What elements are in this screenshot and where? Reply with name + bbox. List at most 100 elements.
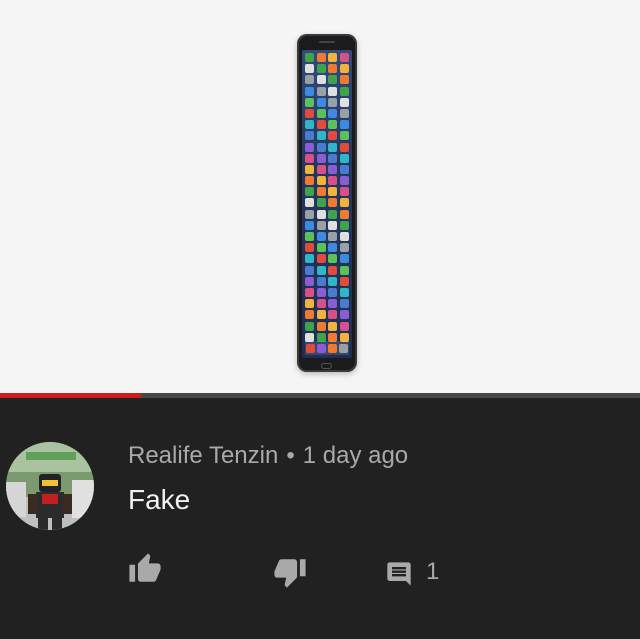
app-icon — [339, 265, 349, 275]
app-icon — [305, 299, 314, 309]
app-icon — [305, 53, 314, 62]
avatar[interactable] — [6, 442, 94, 530]
app-icon — [305, 164, 314, 174]
app-icon — [316, 75, 326, 85]
app-icon — [339, 86, 349, 96]
reply-count: 1 — [426, 558, 440, 585]
comment-timestamp[interactable]: 1 day ago — [303, 442, 408, 469]
app-icon — [328, 310, 337, 320]
app-icon — [339, 176, 349, 186]
app-icon — [316, 276, 326, 286]
app-icon — [339, 232, 349, 241]
app-icon — [339, 120, 349, 130]
app-icon — [316, 220, 326, 230]
app-icon — [305, 310, 314, 320]
app-icon — [305, 176, 314, 186]
reply-button[interactable]: 1 — [384, 558, 440, 588]
comment-panel: Realife Tenzin • 1 day ago Fake 1 — [0, 398, 640, 639]
comment-text: Fake — [128, 484, 191, 515]
app-icon — [328, 209, 337, 219]
app-icon — [305, 287, 314, 297]
app-icon — [316, 97, 326, 107]
app-icon — [316, 232, 326, 241]
comment-author[interactable]: Realife Tenzin — [128, 442, 278, 469]
app-icon — [328, 142, 337, 152]
app-icon — [305, 153, 314, 163]
app-icon — [339, 220, 349, 230]
app-icon — [339, 321, 349, 331]
app-icon — [316, 243, 326, 253]
app-icon — [328, 97, 337, 107]
app-icon — [316, 198, 326, 208]
app-icon — [305, 243, 314, 253]
app-icon — [328, 164, 337, 174]
app-icon — [339, 53, 349, 62]
app-icon — [328, 120, 337, 130]
app-icon — [316, 176, 326, 186]
app-icon — [316, 321, 326, 331]
app-icon — [305, 97, 314, 107]
app-icon — [328, 287, 337, 297]
comment-icon — [387, 562, 411, 586]
app-icon — [339, 209, 349, 219]
app-icon — [305, 232, 314, 241]
like-button[interactable] — [127, 552, 163, 586]
app-icon — [305, 75, 314, 85]
app-icon — [305, 120, 314, 130]
app-icon — [316, 187, 326, 197]
app-icon — [305, 187, 314, 197]
comment-meta: Realife Tenzin • 1 day ago — [128, 442, 408, 470]
roblox-character-avatar-icon — [6, 442, 94, 530]
app-icon — [316, 209, 326, 219]
app-icon — [328, 64, 337, 74]
app-icon — [328, 108, 337, 118]
app-icon — [339, 243, 349, 253]
app-icon — [316, 64, 326, 74]
app-icon — [339, 131, 349, 141]
app-icon — [328, 131, 337, 141]
app-icon — [316, 142, 326, 152]
app-icon — [339, 198, 349, 208]
app-icon — [328, 198, 337, 208]
app-icon — [339, 299, 349, 309]
video-player[interactable] — [0, 0, 640, 393]
app-icon — [316, 310, 326, 320]
app-icon — [339, 108, 349, 118]
app-icon — [328, 75, 337, 85]
app-icon — [316, 131, 326, 141]
app-icon — [305, 276, 314, 286]
app-icon — [328, 176, 337, 186]
app-icon — [316, 254, 326, 264]
app-icon — [339, 97, 349, 107]
app-icon — [339, 153, 349, 163]
app-icon — [316, 86, 326, 96]
app-icon — [305, 64, 314, 74]
app-icon — [339, 310, 349, 320]
app-icon — [328, 232, 337, 241]
app-icon — [328, 299, 337, 309]
app-icon — [316, 120, 326, 130]
app-icon — [328, 276, 337, 286]
app-icon — [305, 209, 314, 219]
dock-app-icon — [306, 343, 315, 353]
app-icon — [316, 153, 326, 163]
thumbs-up-icon — [129, 553, 161, 582]
tall-phone-image — [297, 34, 357, 372]
app-icon-grid — [305, 53, 349, 342]
app-icon — [316, 108, 326, 118]
app-icon — [305, 86, 314, 96]
app-icon — [328, 86, 337, 96]
meta-separator: • — [286, 442, 295, 469]
app-icon — [339, 187, 349, 197]
app-icon — [339, 276, 349, 286]
phone-screen — [302, 50, 352, 358]
dislike-button[interactable] — [272, 555, 308, 589]
app-icon — [339, 254, 349, 264]
app-dock — [305, 341, 349, 355]
app-icon — [305, 108, 314, 118]
app-icon — [305, 131, 314, 141]
app-icon — [305, 142, 314, 152]
app-icon — [305, 254, 314, 264]
app-icon — [328, 265, 337, 275]
app-icon — [305, 198, 314, 208]
